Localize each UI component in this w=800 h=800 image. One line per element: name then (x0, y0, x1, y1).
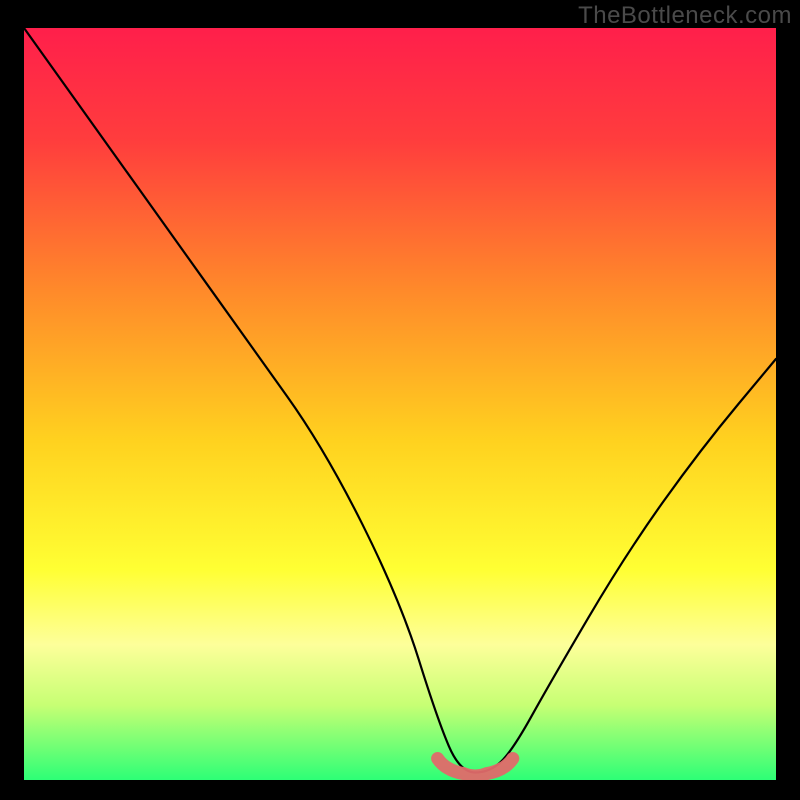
watermark-label: TheBottleneck.com (578, 2, 792, 30)
bottleneck-chart (24, 28, 776, 780)
gradient-background (24, 28, 776, 780)
chart-frame: TheBottleneck.com (0, 0, 800, 800)
plot-area (24, 28, 776, 780)
